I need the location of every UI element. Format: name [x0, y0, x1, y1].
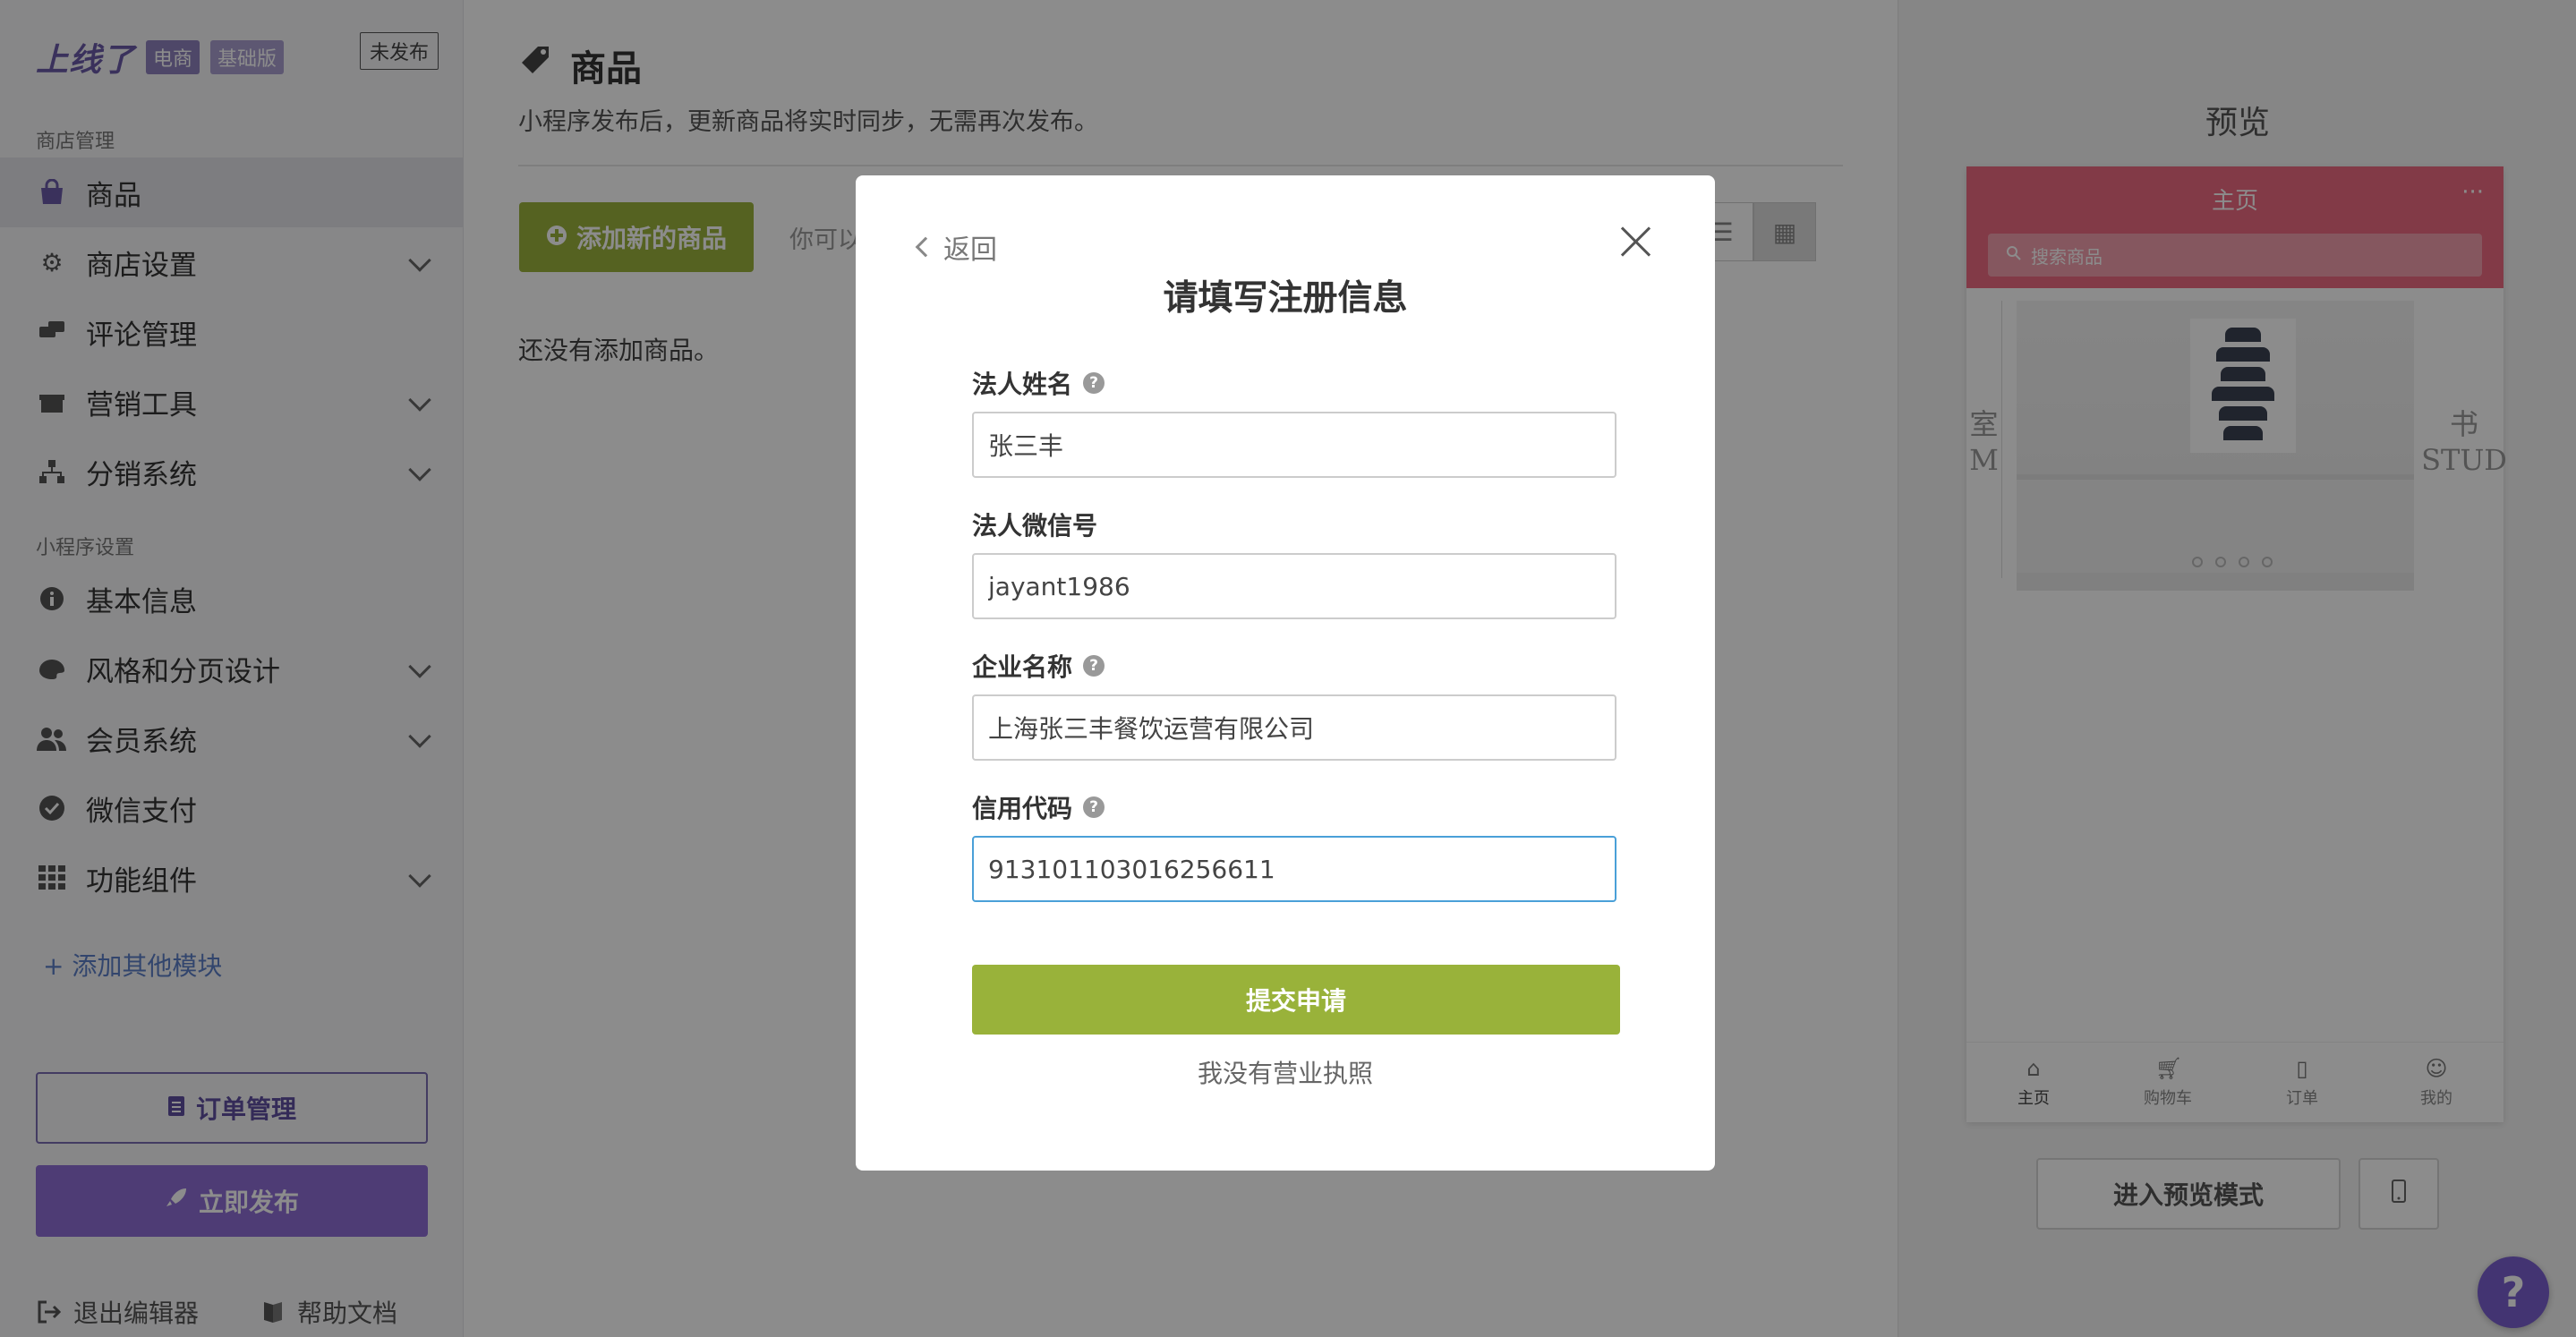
wechat-id-label-text: 法人微信号 [972, 511, 1098, 541]
legal-name-input[interactable] [972, 412, 1616, 478]
modal-title: 请填写注册信息 [1163, 278, 1408, 319]
wechat-id-input[interactable] [972, 553, 1616, 619]
legal-name-label: 法人姓名 ? [972, 365, 1105, 401]
credit-code-input[interactable] [972, 836, 1616, 902]
company-name-label-text: 企业名称 [972, 652, 1073, 682]
company-name-input[interactable] [972, 694, 1616, 761]
wechat-id-label: 法人微信号 [972, 507, 1097, 542]
back-link-label: 返回 [943, 234, 997, 266]
question-icon[interactable]: ? [1083, 796, 1105, 818]
close-icon[interactable] [1615, 220, 1658, 263]
question-icon[interactable]: ? [1083, 372, 1105, 394]
credit-code-label-text: 信用代码 [972, 794, 1073, 823]
no-license-link[interactable]: 我没有营业执照 [856, 1054, 1715, 1090]
registration-modal: 返回 请填写注册信息 法人姓名 ? 法人微信号 企业名称 ? 信用代码 ? 提交… [856, 175, 1715, 1171]
back-link[interactable]: 返回 [915, 227, 997, 267]
company-name-label: 企业名称 ? [972, 648, 1105, 684]
question-icon[interactable]: ? [1083, 655, 1105, 677]
credit-code-label: 信用代码 ? [972, 789, 1105, 825]
submit-button[interactable]: 提交申请 [972, 965, 1620, 1035]
legal-name-label-text: 法人姓名 [972, 370, 1073, 399]
chevron-left-icon [915, 236, 936, 258]
